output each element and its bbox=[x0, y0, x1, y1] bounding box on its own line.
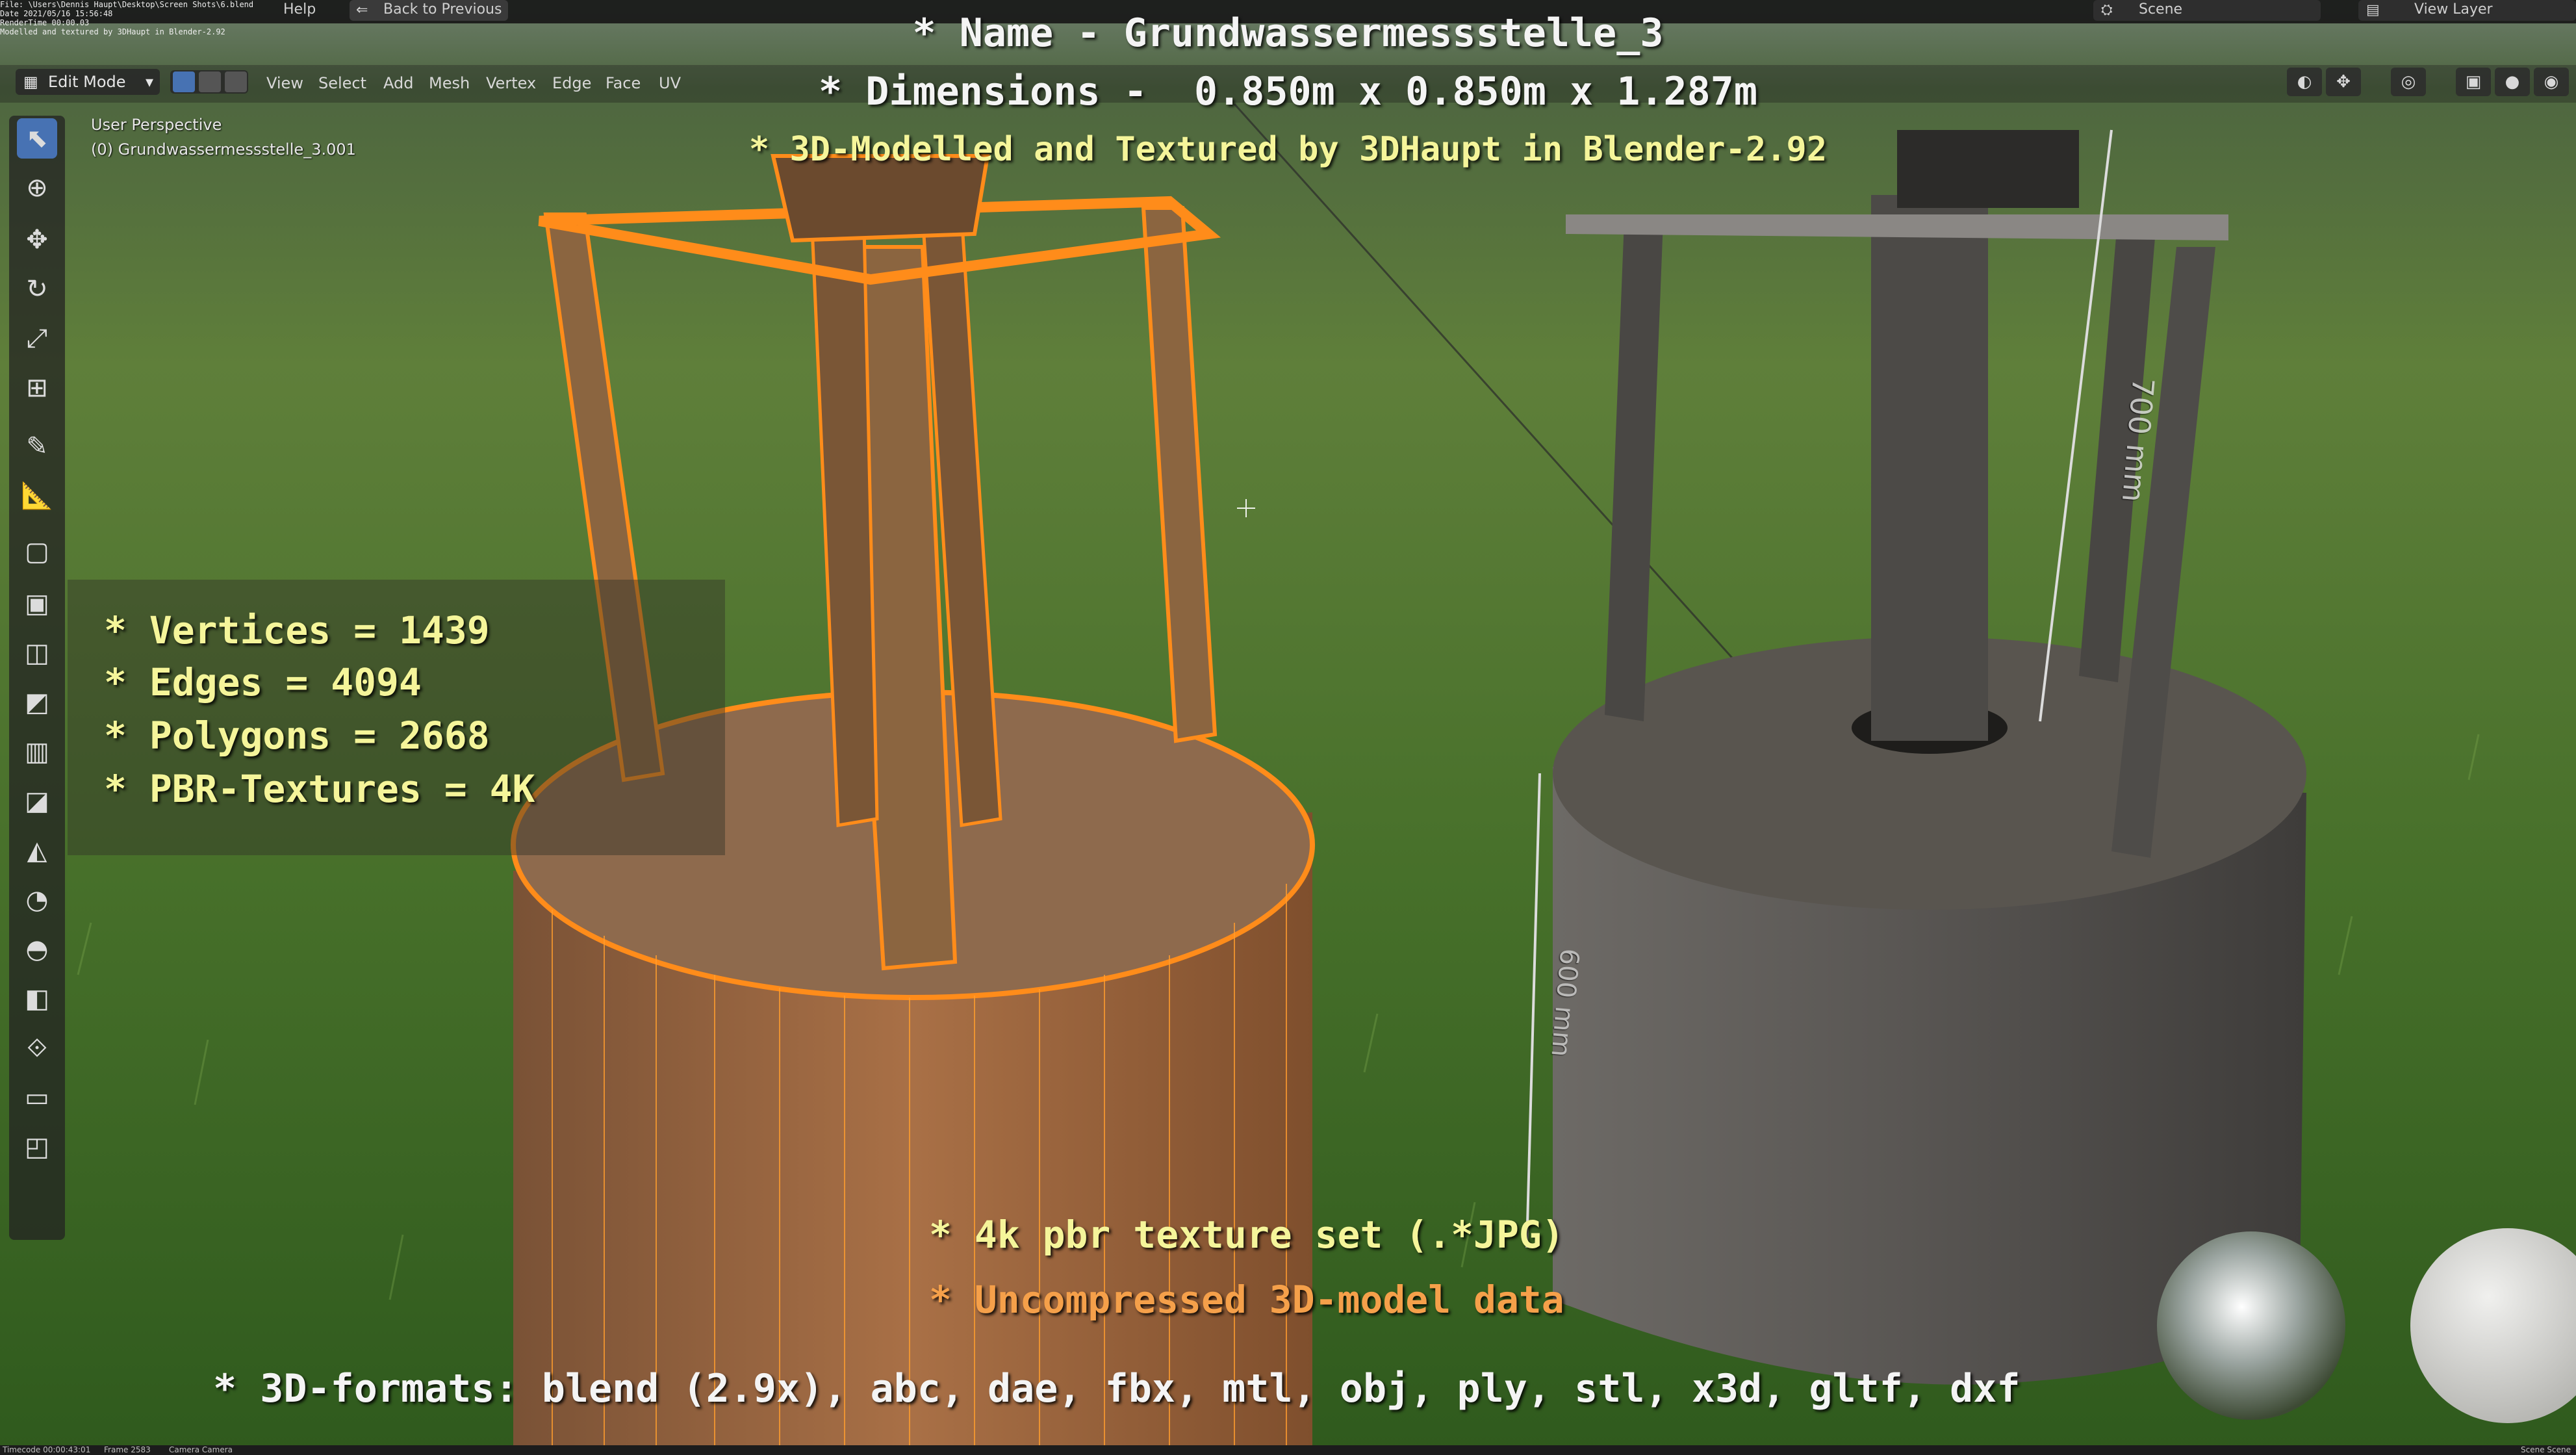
uncompressed-line: * Uncompressed 3D-model data bbox=[929, 1278, 1564, 1322]
knife-icon[interactable]: ◪ bbox=[17, 781, 57, 821]
add-cube-icon[interactable]: ▢ bbox=[17, 532, 57, 572]
annotate-icon[interactable]: ✎ bbox=[17, 426, 57, 467]
scale-icon[interactable]: ⤢ bbox=[17, 318, 57, 359]
measure-icon[interactable]: 📐 bbox=[17, 476, 57, 516]
cursor-icon[interactable]: ⊕ bbox=[17, 168, 57, 208]
credit-line: * 3D-Modelled and Textured by 3DHaupt in… bbox=[748, 130, 1828, 169]
scene-label: Scene Scene bbox=[2521, 1445, 2571, 1454]
texture-set-line: * 4k pbr texture set (.*JPG) bbox=[929, 1213, 1564, 1257]
poly-build-icon[interactable]: ◭ bbox=[17, 831, 57, 871]
stats-panel: * Vertices = 1439 * Edges = 4094 * Polyg… bbox=[68, 580, 725, 855]
stat-vertices: * Vertices = 1439 bbox=[104, 608, 490, 652]
loop-cut-icon[interactable]: ▥ bbox=[17, 732, 57, 772]
inset-icon[interactable]: ◫ bbox=[17, 633, 57, 673]
smooth-icon[interactable]: ◓ bbox=[17, 929, 57, 970]
timecode-label: Timecode 00:00:43:01 bbox=[3, 1445, 91, 1454]
edge-slide-icon[interactable]: ◰ bbox=[17, 1127, 57, 1167]
stat-edges: * Edges = 4094 bbox=[104, 660, 422, 704]
camera-label: Camera Camera bbox=[169, 1445, 233, 1454]
rip-icon[interactable]: ▭ bbox=[17, 1077, 57, 1118]
name-line: * Name - Grundwassermessstelle_3 bbox=[912, 10, 1664, 56]
formats-line: * 3D-formats: blend (2.9x), abc, dae, fb… bbox=[213, 1366, 2021, 1411]
extrude-icon[interactable]: ▣ bbox=[17, 584, 57, 624]
bevel-icon[interactable]: ◩ bbox=[17, 682, 57, 723]
stat-textures: * PBR-Textures = 4K bbox=[104, 767, 535, 811]
frame-label: Frame 2583 bbox=[104, 1445, 151, 1454]
rotate-icon[interactable]: ↻ bbox=[17, 269, 57, 309]
spin-icon[interactable]: ◔ bbox=[17, 880, 57, 920]
tool-shelf: ⬉ ⊕ ✥ ↻ ⤢ ⊞ ✎ 📐 ▢ ▣ ◫ ◩ ▥ ◪ ◭ ◔ ◓ ◧ ⟐ ▭ … bbox=[9, 116, 65, 1240]
shrink-fatten-icon[interactable]: ◧ bbox=[17, 979, 57, 1019]
reference-object-render bbox=[1525, 129, 2306, 1385]
stat-polygons: * Polygons = 2668 bbox=[104, 714, 490, 758]
status-bar: Timecode 00:00:43:01 Frame 2583 Camera C… bbox=[0, 1445, 2576, 1455]
dimensions-line: * Dimensions - 0.850m x 0.850m x 1.287m bbox=[819, 69, 1757, 114]
move-icon[interactable]: ✥ bbox=[17, 220, 57, 260]
shear-icon[interactable]: ⟐ bbox=[17, 1028, 57, 1068]
transform-icon[interactable]: ⊞ bbox=[17, 368, 57, 408]
